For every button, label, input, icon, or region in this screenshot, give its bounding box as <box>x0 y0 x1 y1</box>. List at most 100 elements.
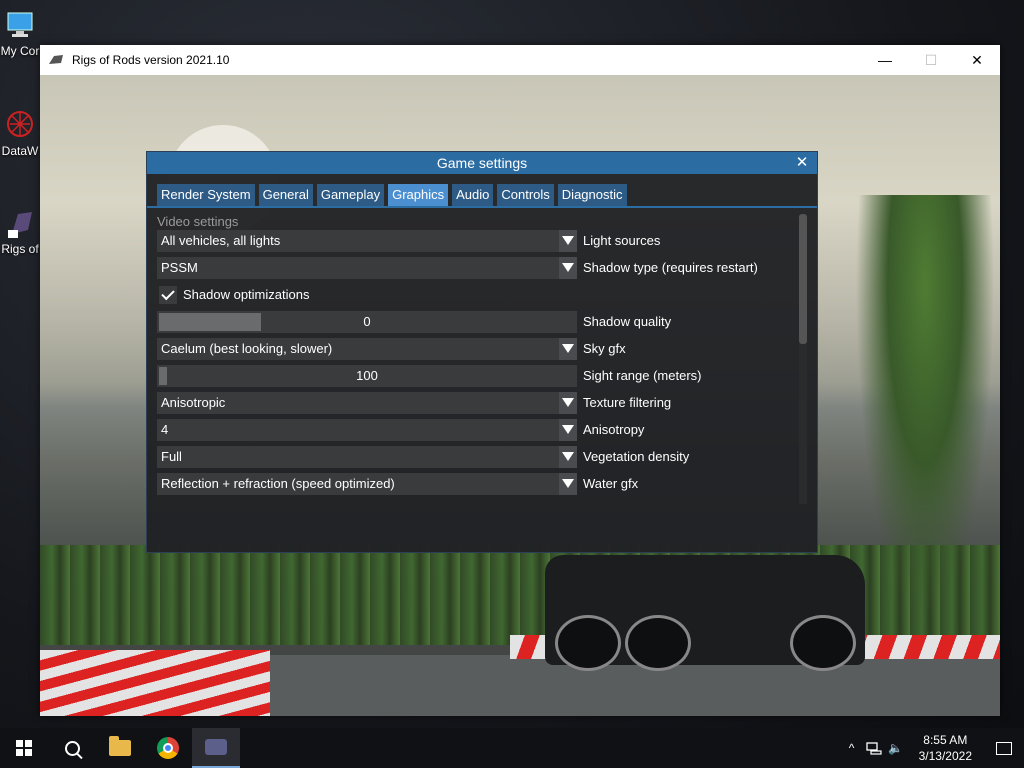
desktop-icon-my-computer[interactable]: My Cor <box>0 10 40 58</box>
file-explorer-button[interactable] <box>96 728 144 768</box>
taskbar: ^ 🔈 8:55 AM 3/13/2022 <box>0 728 1024 768</box>
settings-tabs: Render System General Gameplay Graphics … <box>147 174 817 208</box>
settings-scrollbar[interactable] <box>799 214 807 504</box>
setting-row: Full Vegetation density <box>157 443 787 470</box>
setting-row: Caelum (best looking, slower) Sky gfx <box>157 335 787 362</box>
dialog-close-button[interactable]: ✕ <box>793 154 811 172</box>
search-icon <box>64 740 80 756</box>
dropdown-value: All vehicles, all lights <box>161 233 281 248</box>
datawrangler-icon <box>4 110 36 142</box>
dropdown-value: 4 <box>161 422 169 437</box>
setting-row: Anisotropic Texture filtering <box>157 389 787 416</box>
start-button[interactable] <box>0 728 48 768</box>
game-settings-dialog: Game settings ✕ Render System General Ga… <box>146 151 818 553</box>
volume-icon[interactable]: 🔈 <box>885 728 907 768</box>
dropdown-arrow-icon <box>559 337 577 360</box>
sight-range-slider[interactable]: 100 <box>157 364 577 387</box>
settings-list: All vehicles, all lights Light sources P… <box>157 227 787 497</box>
desktop-icon-label: Rigs of <box>1 242 39 256</box>
tab-general[interactable]: General <box>258 184 313 206</box>
desktop-icon-label: DataW <box>1 144 39 158</box>
chrome-button[interactable] <box>144 728 192 768</box>
dialog-titlebar[interactable]: Game settings ✕ <box>147 152 817 174</box>
rigs-of-rods-icon <box>205 739 227 755</box>
dropdown-arrow-icon <box>559 256 577 279</box>
checkbox-box[interactable] <box>159 285 177 304</box>
windows-icon <box>16 740 32 756</box>
setting-row: All vehicles, all lights Light sources <box>157 227 787 254</box>
setting-label: Texture filtering <box>583 395 672 410</box>
clock-date: 3/13/2022 <box>918 749 972 763</box>
setting-row: PSSM Shadow type (requires restart) <box>157 254 787 281</box>
light-sources-dropdown[interactable]: All vehicles, all lights <box>157 229 577 252</box>
tab-gameplay[interactable]: Gameplay <box>316 184 385 206</box>
dropdown-value: Reflection + refraction (speed optimized… <box>161 476 395 491</box>
shadow-quality-slider[interactable]: 0 <box>157 310 577 333</box>
rigs-of-rods-taskbar-button[interactable] <box>192 728 240 768</box>
water-gfx-dropdown[interactable]: Reflection + refraction (speed optimized… <box>157 472 577 495</box>
dropdown-arrow-icon <box>559 418 577 441</box>
vehicle-wheel <box>790 615 856 671</box>
setting-label: Water gfx <box>583 476 639 491</box>
setting-label: Shadow quality <box>583 314 672 329</box>
anisotropy-dropdown[interactable]: 4 <box>157 418 577 441</box>
folder-icon <box>109 736 131 756</box>
tab-controls[interactable]: Controls <box>497 184 554 206</box>
dropdown-arrow-icon <box>559 391 577 414</box>
dropdown-value: Caelum (best looking, slower) <box>161 341 333 356</box>
setting-label: Sight range (meters) <box>583 368 702 383</box>
network-icon[interactable] <box>863 728 885 768</box>
tab-audio[interactable]: Audio <box>452 184 494 206</box>
sky-gfx-dropdown[interactable]: Caelum (best looking, slower) <box>157 337 577 360</box>
window-title: Rigs of Rods version 2021.10 <box>72 53 230 67</box>
setting-row: 100 Sight range (meters) <box>157 362 787 389</box>
setting-label: Shadow type (requires restart) <box>583 260 758 275</box>
vehicle-wheel <box>555 615 621 671</box>
show-hidden-icons-chevron-icon[interactable]: ^ <box>841 728 863 768</box>
clock-time: 8:55 AM <box>923 733 968 747</box>
vehicle <box>545 555 865 671</box>
computer-icon <box>4 10 36 42</box>
texture-filtering-dropdown[interactable]: Anisotropic <box>157 391 577 414</box>
chrome-icon <box>157 737 179 759</box>
setting-label: Vegetation density <box>583 449 690 464</box>
setting-label: Sky gfx <box>583 341 626 356</box>
tab-graphics[interactable]: Graphics <box>388 184 449 206</box>
system-tray: ^ 🔈 8:55 AM 3/13/2022 <box>841 728 1024 768</box>
dropdown-arrow-icon <box>559 472 577 495</box>
dropdown-arrow-icon <box>559 445 577 468</box>
tab-diagnostic[interactable]: Diagnostic <box>557 184 627 206</box>
dropdown-value: Full <box>161 449 182 464</box>
shadow-optimizations-checkbox[interactable]: Shadow optimizations <box>157 285 310 304</box>
desktop-icon-label: My Cor <box>0 44 40 58</box>
desktop-icon-datawrangler[interactable]: DataW <box>0 110 40 158</box>
slider-value: 100 <box>356 368 378 383</box>
scrollbar-thumb[interactable] <box>799 214 807 344</box>
palm-tree <box>850 195 1000 645</box>
tab-render-system[interactable]: Render System <box>157 184 255 206</box>
dropdown-arrow-icon <box>559 229 577 252</box>
maximize-button[interactable]: ☐ <box>908 45 954 75</box>
vegetation-density-dropdown[interactable]: Full <box>157 445 577 468</box>
app-icon <box>48 54 64 66</box>
close-button[interactable]: ✕ <box>954 45 1000 75</box>
taskbar-clock[interactable]: 8:55 AM 3/13/2022 <box>907 732 984 764</box>
checkmark-icon <box>161 286 175 300</box>
minimize-button[interactable]: — <box>862 45 908 75</box>
kerb-left <box>40 650 270 716</box>
rigs-of-rods-icon <box>4 208 36 240</box>
notification-icon <box>996 741 1012 755</box>
setting-row: 4 Anisotropy <box>157 416 787 443</box>
slider-value: 0 <box>363 314 371 329</box>
dialog-title: Game settings <box>436 155 528 171</box>
desktop-icon-rigs-of-rods[interactable]: Rigs of <box>0 208 40 256</box>
notifications-button[interactable] <box>984 728 1024 768</box>
search-button[interactable] <box>48 728 96 768</box>
window-titlebar[interactable]: Rigs of Rods version 2021.10 — ☐ ✕ <box>40 45 1000 75</box>
vehicle-wheel <box>625 615 691 671</box>
setting-row: Reflection + refraction (speed optimized… <box>157 470 787 497</box>
setting-label: Light sources <box>583 233 661 248</box>
setting-row: 0 Shadow quality <box>157 308 787 335</box>
checkbox-label: Shadow optimizations <box>183 287 310 302</box>
shadow-type-dropdown[interactable]: PSSM <box>157 256 577 279</box>
